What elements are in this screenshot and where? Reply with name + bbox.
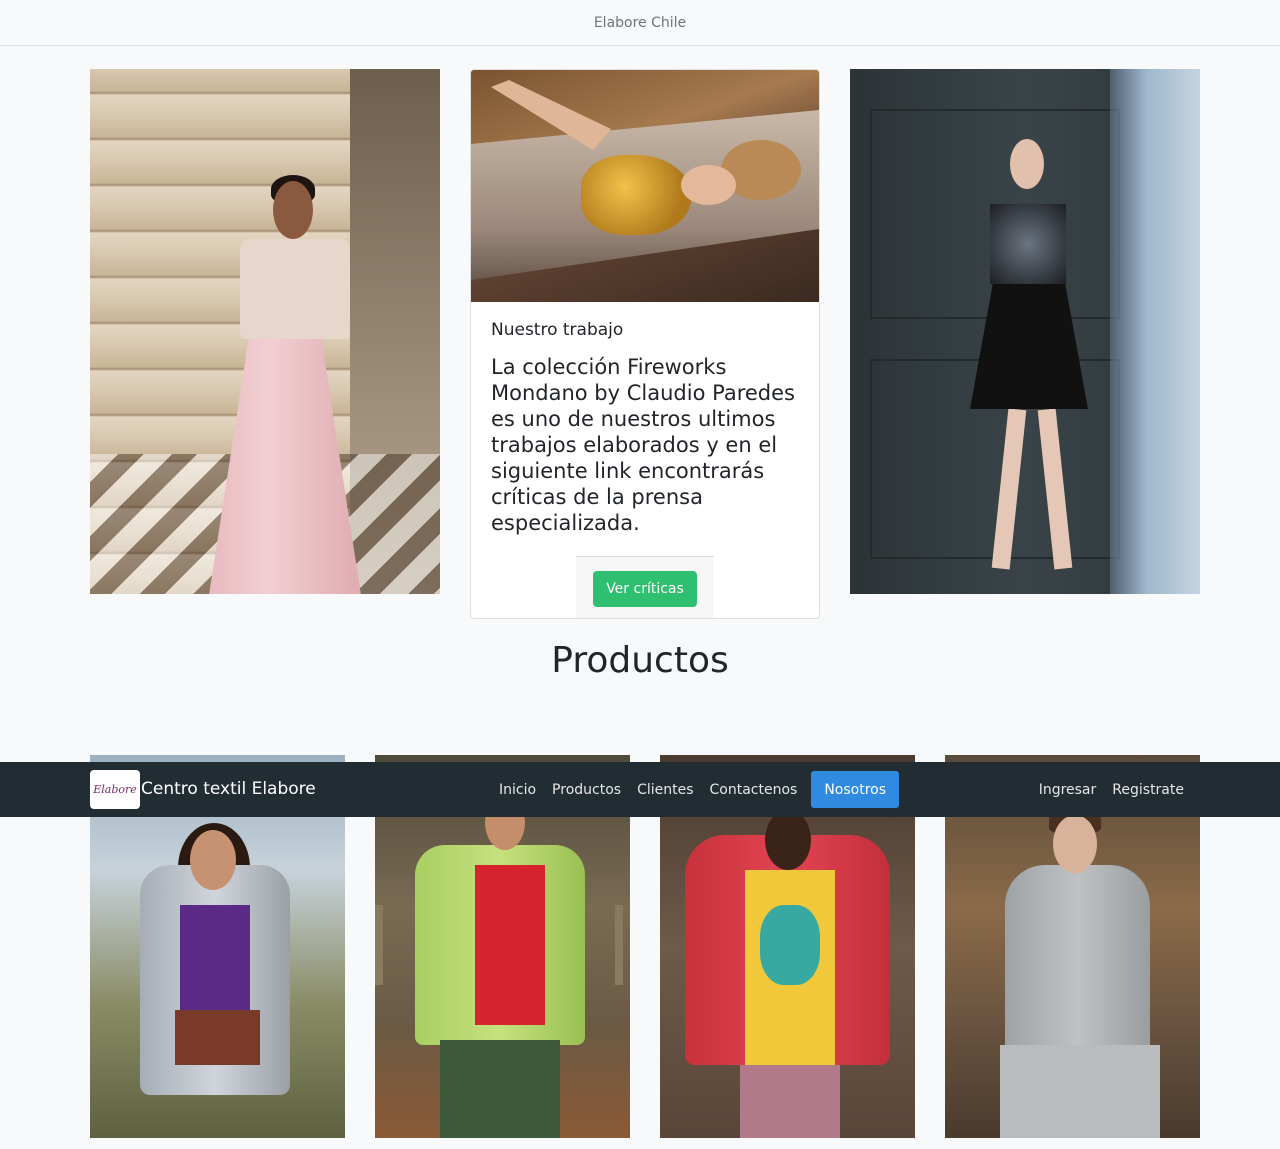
- register-link[interactable]: Registrate: [1104, 782, 1192, 798]
- nav-links: Inicio Productos Clientes Contactenos No…: [491, 770, 900, 809]
- brand-name[interactable]: Centro textil Elabore: [141, 779, 316, 799]
- nav-auth-links: Ingresar Registrate: [1031, 770, 1192, 809]
- nav-link-inicio[interactable]: Inicio: [491, 782, 544, 798]
- main-navbar: Elabore Centro textil Elabore Inicio Pro…: [0, 762, 1280, 817]
- site-title: Elabore Chile: [593, 14, 687, 31]
- card-subtitle: Nuestro trabajo: [491, 320, 624, 340]
- card-body: Nuestro trabajo La colección Fireworks M…: [491, 320, 801, 536]
- work-card: Nuestro trabajo La colección Fireworks M…: [470, 69, 820, 619]
- nav-link-contactenos[interactable]: Contactenos: [702, 782, 806, 798]
- products-heading: Productos: [551, 640, 729, 681]
- brand-logo[interactable]: Elabore: [90, 770, 140, 809]
- top-header: Elabore Chile: [0, 0, 1280, 46]
- nav-link-productos[interactable]: Productos: [544, 782, 629, 798]
- view-reviews-button[interactable]: Ver críticas: [593, 570, 697, 607]
- nav-link-clientes[interactable]: Clientes: [629, 782, 701, 798]
- card-text: La colección Fireworks Mondano by Claudi…: [491, 355, 795, 535]
- login-link[interactable]: Ingresar: [1031, 782, 1105, 798]
- hero-photo-left: [90, 69, 440, 594]
- nav-link-nosotros[interactable]: Nosotros: [811, 771, 900, 808]
- card-footer: Ver críticas: [576, 556, 714, 618]
- brand-logo-text: Elabore: [93, 783, 137, 796]
- card-image: [471, 70, 819, 302]
- hero-photo-right: [850, 69, 1200, 594]
